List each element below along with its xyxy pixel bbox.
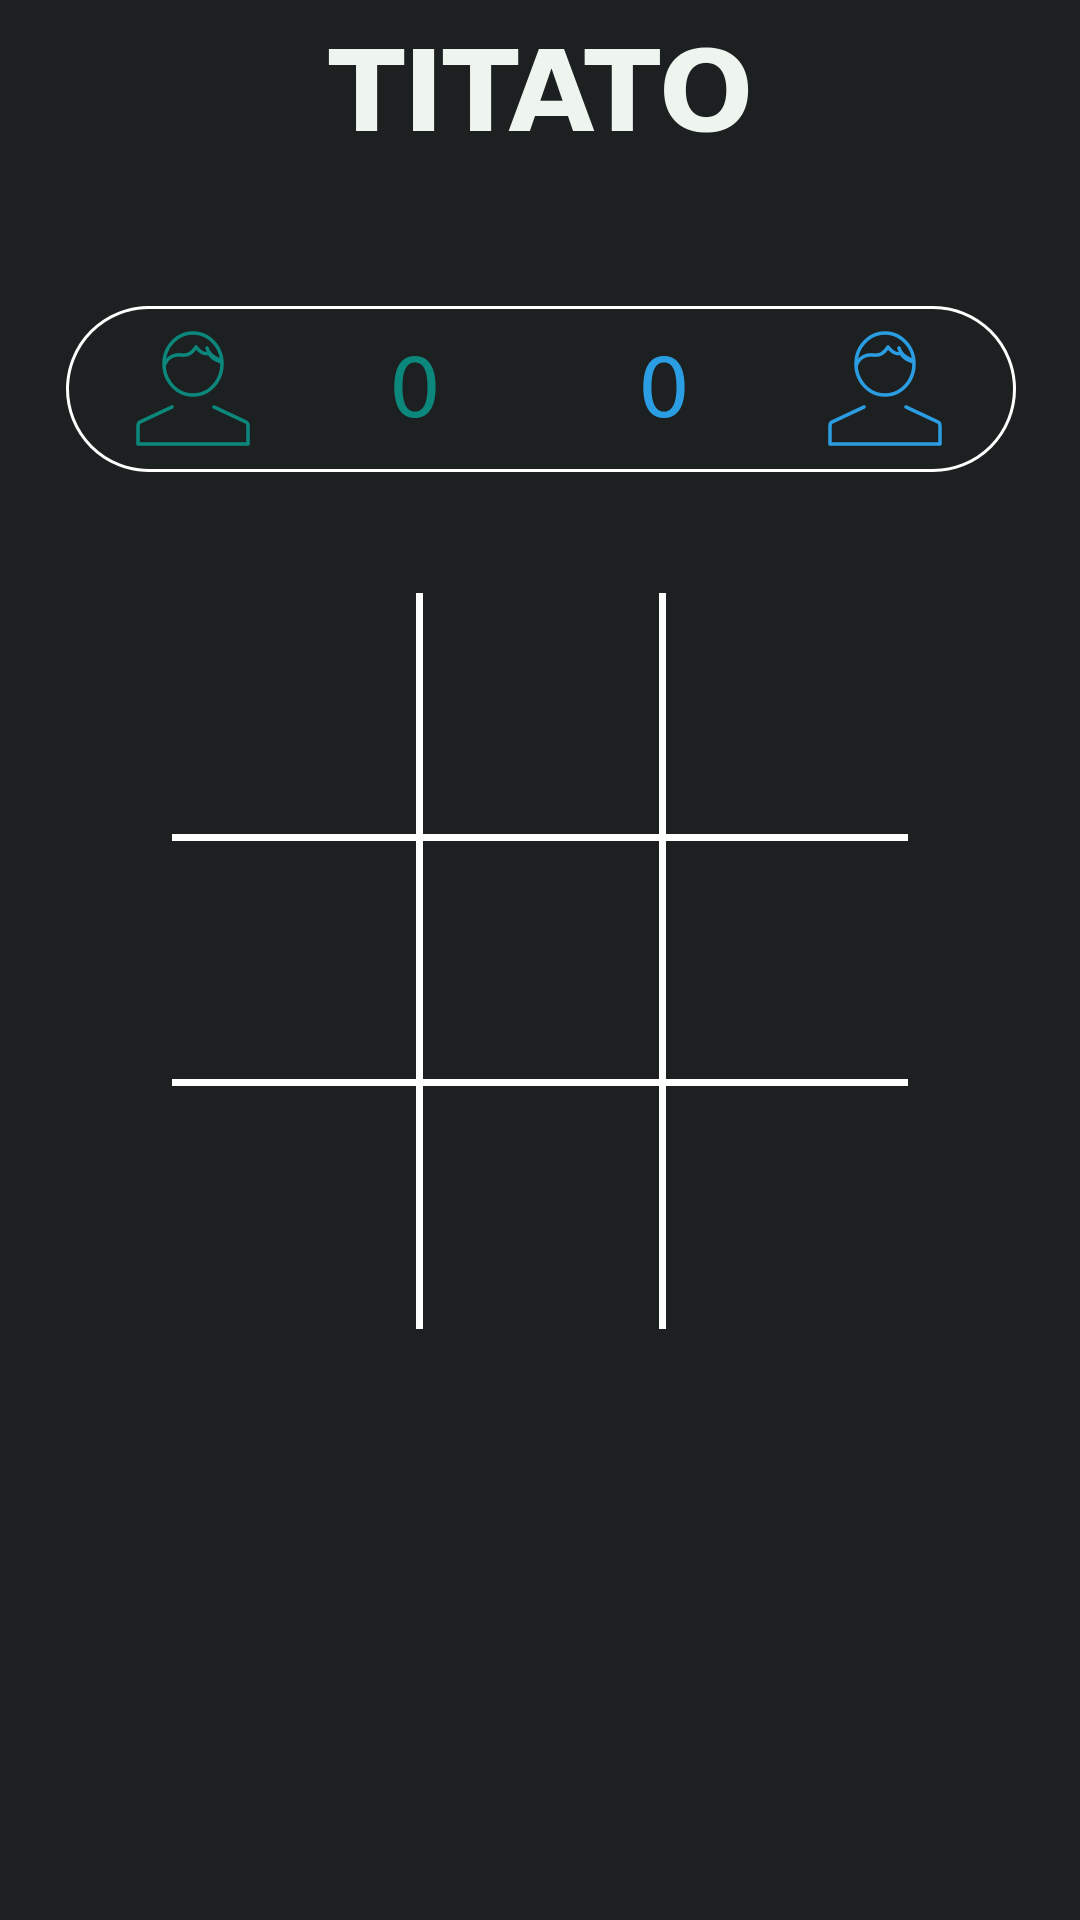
- app-title: TITATO: [328, 28, 753, 158]
- board-line-vertical: [416, 593, 423, 1329]
- player1-score: 0: [388, 342, 442, 437]
- board-line-vertical: [659, 593, 666, 1329]
- game-board: [172, 593, 908, 1329]
- player2-user-icon: [826, 330, 944, 448]
- board-cell[interactable]: [423, 1086, 667, 1327]
- player1-user-icon: [134, 330, 252, 448]
- board-cell[interactable]: [172, 593, 416, 834]
- board-cell[interactable]: [666, 593, 910, 834]
- board-cell[interactable]: [666, 1086, 910, 1327]
- board-cell[interactable]: [666, 841, 910, 1082]
- board-cell[interactable]: [172, 841, 416, 1082]
- board-line-horizontal: [172, 834, 908, 841]
- board-line-horizontal: [172, 1079, 908, 1086]
- board-cell[interactable]: [423, 841, 667, 1082]
- player2-score: 0: [637, 342, 691, 437]
- board-cell[interactable]: [423, 593, 667, 834]
- board-cell[interactable]: [172, 1086, 416, 1327]
